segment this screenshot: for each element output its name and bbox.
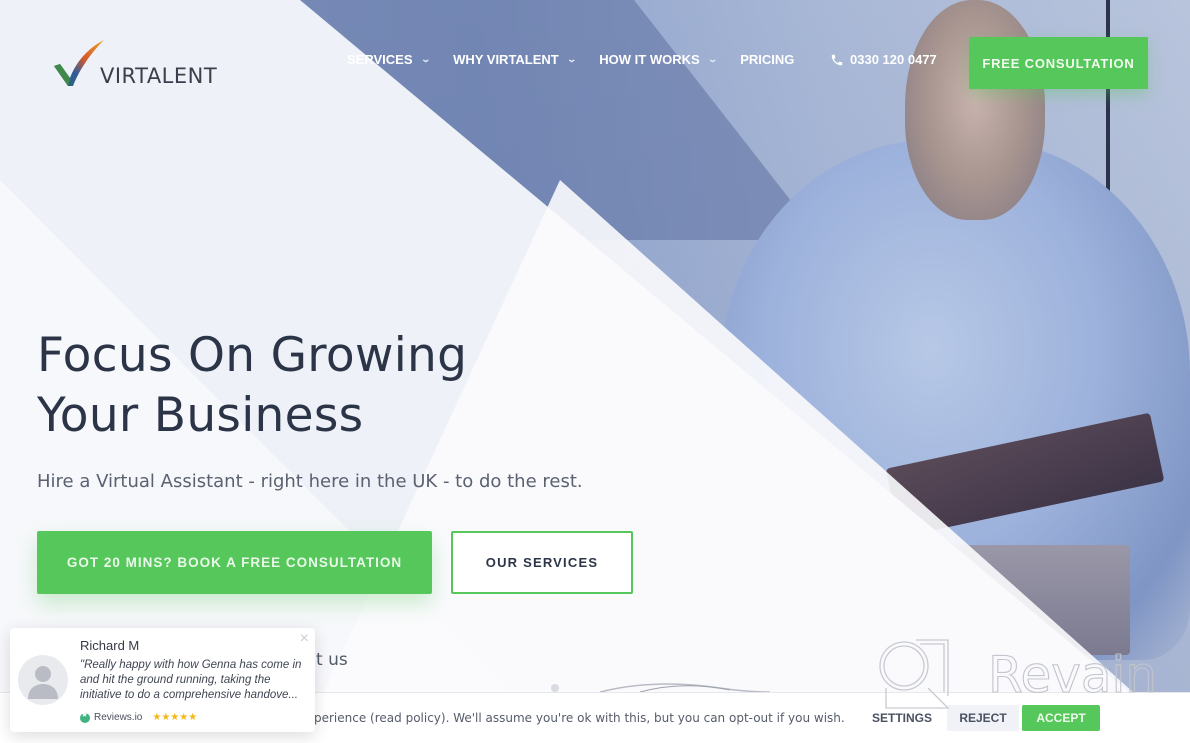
reviewer-name: Richard M <box>80 638 140 653</box>
checkmark-logo-icon <box>54 40 104 86</box>
user-silhouette-icon <box>28 666 58 699</box>
chevron-down-icon: ⌄ <box>420 54 431 64</box>
phone-icon <box>831 54 843 65</box>
hero-title: Focus On Growing Your Business <box>37 326 467 446</box>
review-source-label: Reviews.io <box>94 712 143 723</box>
review-popup[interactable]: Richard M "Really happy with how Genna h… <box>10 628 315 732</box>
cookie-settings-button[interactable]: SETTINGS <box>872 711 932 725</box>
nav-item-label: HOW IT WORKS <box>599 52 700 67</box>
avatar <box>18 655 68 705</box>
chevron-down-icon: ⌄ <box>566 54 577 64</box>
cookie-message: perience (read policy). We'll assume you… <box>314 711 845 725</box>
cookie-accept-button[interactable]: ACCEPT <box>1022 705 1100 731</box>
photo-person-head <box>905 0 1045 220</box>
hero-title-line2: Your Business <box>37 388 364 443</box>
contact-us-partial-text: t us <box>316 650 348 670</box>
nav-item-label: PRICING <box>740 52 795 67</box>
decorative-dot <box>551 684 559 692</box>
chevron-down-icon: ⌄ <box>707 54 718 64</box>
nav-item-why-virtalent[interactable]: WHY VIRTALENT ⌄ <box>453 52 577 67</box>
nav-item-label: SERVICES <box>347 52 413 67</box>
nav-item-pricing[interactable]: PRICING <box>740 52 794 67</box>
brand-logo[interactable]: VIRTALENT <box>52 38 217 88</box>
photo-door-edge <box>1106 0 1110 200</box>
hero-title-line1: Focus On Growing <box>37 328 468 383</box>
free-consultation-button[interactable]: FREE CONSULTATION <box>969 37 1148 89</box>
cookie-reject-button[interactable]: REJECT <box>947 705 1019 731</box>
close-icon[interactable]: × <box>300 630 309 648</box>
phone-link[interactable]: 0330 120 0477 <box>830 52 937 67</box>
nav-item-how-it-works[interactable]: HOW IT WORKS ⌄ <box>599 52 718 67</box>
brand-name: VIRTALENT <box>100 64 218 88</box>
reviews-io-logo-icon <box>80 710 90 723</box>
hero-subtitle: Hire a Virtual Assistant - right here in… <box>37 471 583 492</box>
main-nav: SERVICES ⌄ WHY VIRTALENT ⌄ HOW IT WORKS … <box>347 52 818 67</box>
nav-item-label: WHY VIRTALENT <box>453 52 559 67</box>
nav-item-services[interactable]: SERVICES ⌄ <box>347 52 431 67</box>
review-source: Reviews.io ★★★★★ <box>80 710 198 723</box>
our-services-button[interactable]: OUR SERVICES <box>451 531 633 594</box>
star-rating: ★★★★★ <box>152 712 198 723</box>
book-consultation-button[interactable]: GOT 20 MINS? BOOK A FREE CONSULTATION <box>37 531 432 594</box>
phone-number: 0330 120 0477 <box>850 52 937 67</box>
review-quote: "Really happy with how Genna has come in… <box>80 659 302 701</box>
